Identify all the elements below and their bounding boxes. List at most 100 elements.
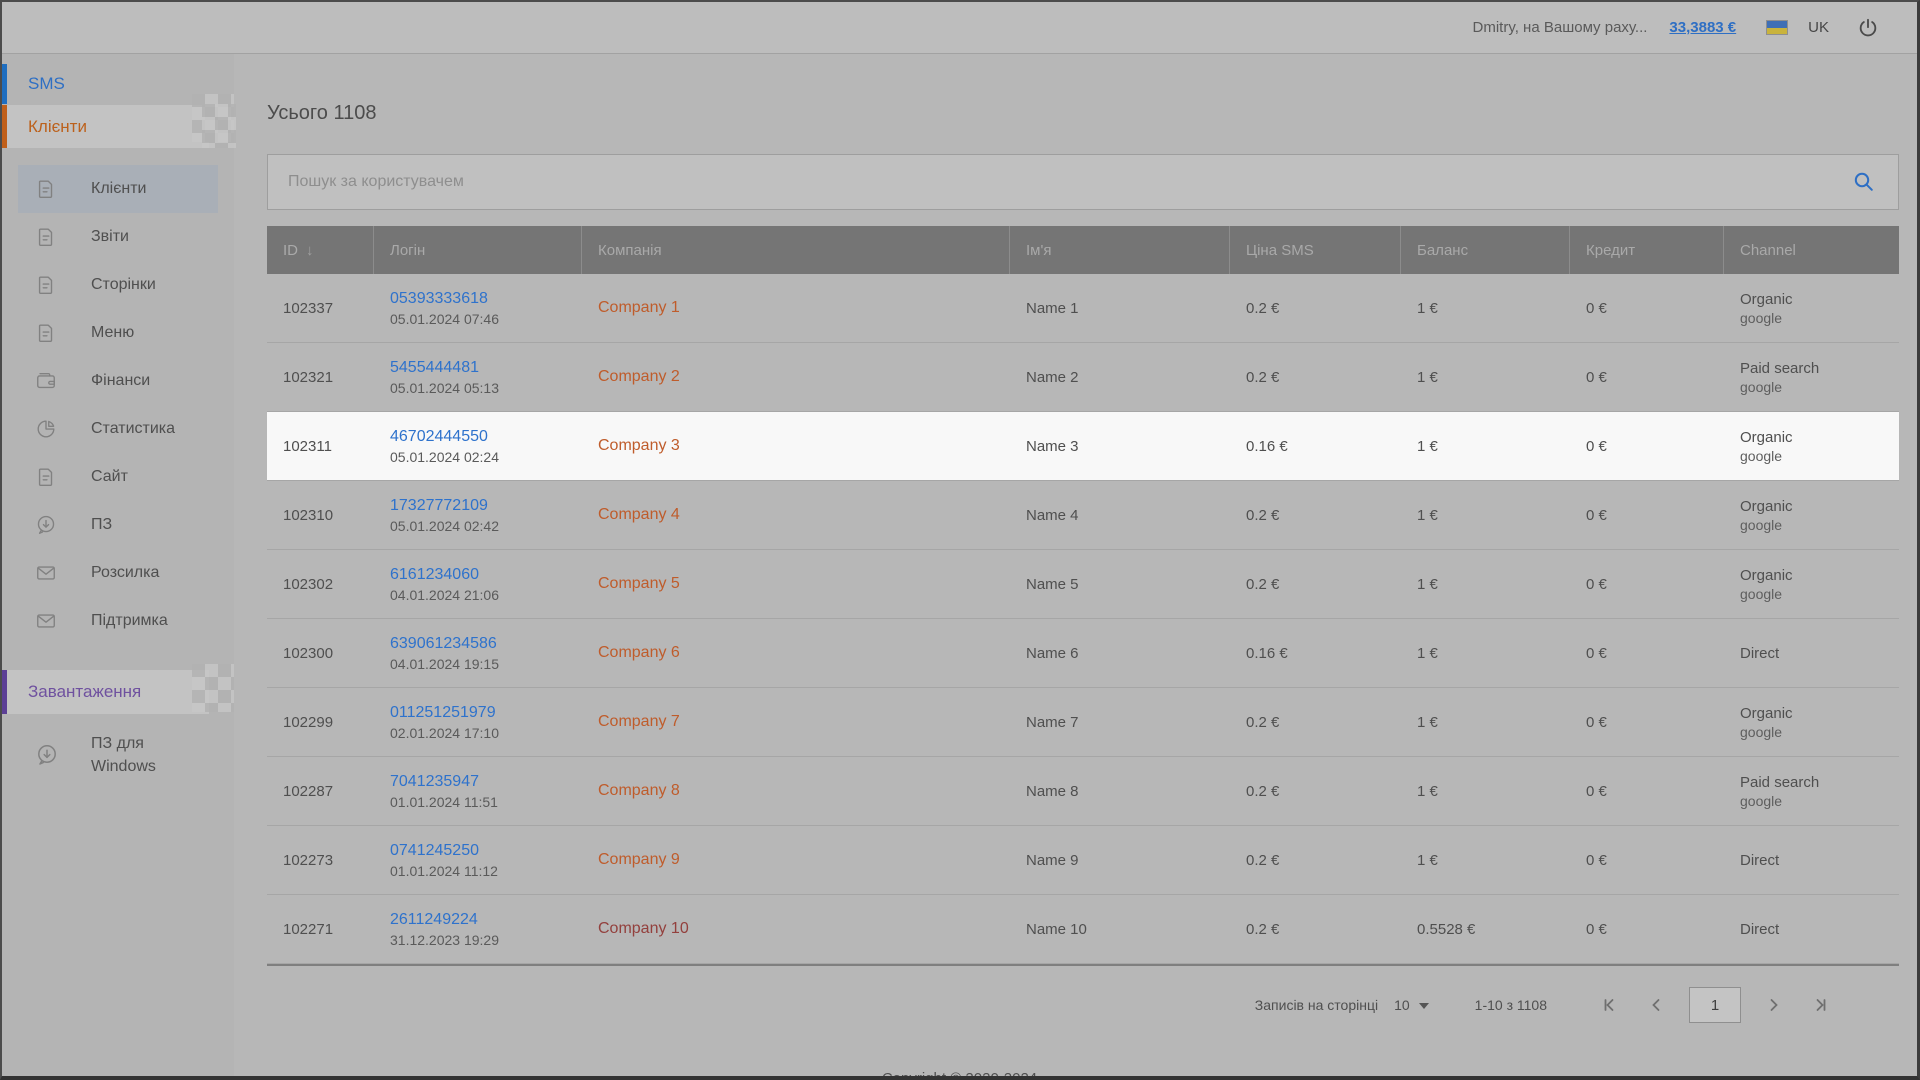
column-header[interactable]: Компанія <box>582 226 1010 274</box>
column-header[interactable]: Кредит <box>1570 226 1724 274</box>
cell-channel: Organic google <box>1724 498 1899 533</box>
cell-channel: Organic google <box>1724 567 1899 602</box>
company-link[interactable]: Company 10 <box>598 920 689 937</box>
first-page-button[interactable] <box>1595 990 1625 1020</box>
sidebar-item-label: Клієнти <box>91 180 147 197</box>
channel-sub: google <box>1740 792 1783 809</box>
sidebar-item[interactable]: Сайт <box>18 453 218 501</box>
table-body: 102337 05393333618 05.01.2024 07:46 Company… <box>267 274 1899 964</box>
login-date: 02.01.2024 17:10 <box>390 724 499 741</box>
sidebar-section-clients[interactable]: Клієнти <box>2 105 209 148</box>
cell-credit: 0 € <box>1586 299 1607 317</box>
cell-company: Company 4 <box>582 506 1010 524</box>
sidebar-item[interactable]: Меню <box>18 309 218 357</box>
company-link[interactable]: Company 8 <box>598 782 680 799</box>
login-link[interactable]: 17327772109 <box>390 497 582 515</box>
cell-id: 102302 <box>283 575 334 593</box>
company-link[interactable]: Company 5 <box>598 575 680 592</box>
channel-sub: google <box>1740 378 1783 395</box>
next-page-button[interactable] <box>1759 990 1789 1020</box>
chevron-down-icon <box>1418 1003 1429 1009</box>
table-header-row: ID ↓ Логін Компанія Ім'я Ціна SMS Баланс Кредит… <box>267 226 1899 274</box>
cell-balance: 1 € <box>1417 644 1438 662</box>
sidebar-item[interactable]: Підтримка <box>18 597 218 645</box>
sidebar-item[interactable]: ПЗ <box>18 501 218 549</box>
cell-channel: Organic google <box>1724 291 1899 326</box>
logout-power-icon[interactable] <box>1857 17 1879 39</box>
search-input[interactable] <box>268 172 1852 192</box>
per-page-select[interactable]: 10 <box>1394 997 1429 1013</box>
login-date: 04.01.2024 19:15 <box>390 655 499 672</box>
cell-name: Name 3 <box>1026 437 1079 455</box>
login-link[interactable]: 5455444481 <box>390 359 582 377</box>
company-link[interactable]: Company 3 <box>598 437 680 454</box>
balance-link[interactable]: 33,3883 € <box>1669 19 1736 36</box>
login-date: 05.01.2024 02:42 <box>390 517 499 534</box>
login-link[interactable]: 639061234586 <box>390 635 582 653</box>
sidebar-item[interactable]: Статистика <box>18 405 218 453</box>
login-link[interactable]: 0741245250 <box>390 842 582 860</box>
login-date: 01.01.2024 11:51 <box>390 793 498 810</box>
cell-credit: 0 € <box>1586 437 1607 455</box>
current-page-input[interactable]: 1 <box>1689 987 1741 1023</box>
document-icon <box>35 225 59 249</box>
language-label[interactable]: UK <box>1808 19 1829 36</box>
company-link[interactable]: Company 4 <box>598 506 680 523</box>
channel-main: Organic <box>1740 290 1793 308</box>
company-link[interactable]: Company 7 <box>598 713 680 730</box>
sidebar-item-software-windows[interactable]: ПЗ для Windows <box>35 732 203 778</box>
cell-sms-price: 0.2 € <box>1246 299 1280 317</box>
channel-main: Paid search <box>1740 359 1820 377</box>
sidebar-item[interactable]: Сторінки <box>18 261 218 309</box>
cell-channel: Paid search google <box>1724 360 1899 395</box>
table-row: 102302 6161234060 04.01.2024 21:06 Company … <box>267 550 1899 619</box>
login-link[interactable]: 05393333618 <box>390 290 582 308</box>
table-row: 102271 2611249224 31.12.2023 19:29 Company … <box>267 895 1899 964</box>
purple-accent-bar <box>2 670 7 714</box>
cell-credit: 0 € <box>1586 713 1607 731</box>
column-header[interactable]: Баланс <box>1401 226 1570 274</box>
column-header[interactable]: Ім'я <box>1010 226 1230 274</box>
login-date: 01.01.2024 11:12 <box>390 862 498 879</box>
cell-company: Company 1 <box>582 299 1010 317</box>
channel-sub: google <box>1740 516 1783 533</box>
company-link[interactable]: Company 2 <box>598 368 680 385</box>
cell-sms-price: 0.2 € <box>1246 920 1280 938</box>
login-link[interactable]: 7041235947 <box>390 773 582 791</box>
company-link[interactable]: Company 6 <box>598 644 680 661</box>
company-link[interactable]: Company 1 <box>598 299 680 316</box>
channel-main: Direct <box>1740 920 1780 938</box>
sidebar-item[interactable]: Фінанси <box>18 357 218 405</box>
channel-main: Organic <box>1740 566 1793 584</box>
prev-page-button[interactable] <box>1641 990 1671 1020</box>
cell-balance: 1 € <box>1417 437 1438 455</box>
column-header[interactable]: Channel <box>1724 226 1899 274</box>
login-link[interactable]: 46702444550 <box>390 428 582 446</box>
search-icon[interactable] <box>1852 170 1876 194</box>
login-link[interactable]: 011251251979 <box>390 704 582 722</box>
column-header[interactable]: ID ↓ <box>267 226 374 274</box>
cell-company: Company 10 <box>582 920 1010 938</box>
column-header[interactable]: Ціна SMS <box>1230 226 1401 274</box>
login-link[interactable]: 2611249224 <box>390 911 582 929</box>
cell-login: 05393333618 05.01.2024 07:46 <box>374 290 582 327</box>
sidebar-section-label: SMS <box>28 74 65 93</box>
envelope-icon <box>35 609 59 633</box>
cell-credit: 0 € <box>1586 506 1607 524</box>
company-link[interactable]: Company 9 <box>598 851 680 868</box>
cell-name: Name 7 <box>1026 713 1079 731</box>
column-header[interactable]: Логін <box>374 226 582 274</box>
sidebar-section-sms[interactable]: SMS <box>2 64 209 104</box>
table-row: 102311 46702444550 05.01.2024 02:24 Company… <box>267 412 1899 481</box>
sidebar-item[interactable]: Клієнти <box>18 165 218 213</box>
sidebar-item-label: Сторінки <box>91 276 156 293</box>
cell-name: Name 10 <box>1026 920 1087 938</box>
sidebar-item[interactable]: Розсилка <box>18 549 218 597</box>
sidebar-item[interactable]: Звіти <box>18 213 218 261</box>
table-row: 102337 05393333618 05.01.2024 07:46 Company… <box>267 274 1899 343</box>
checker-patch <box>192 664 234 712</box>
login-link[interactable]: 6161234060 <box>390 566 582 584</box>
channel-sub: google <box>1740 447 1783 464</box>
sidebar-section-downloads[interactable]: Завантаження <box>2 670 209 714</box>
last-page-button[interactable] <box>1805 990 1835 1020</box>
